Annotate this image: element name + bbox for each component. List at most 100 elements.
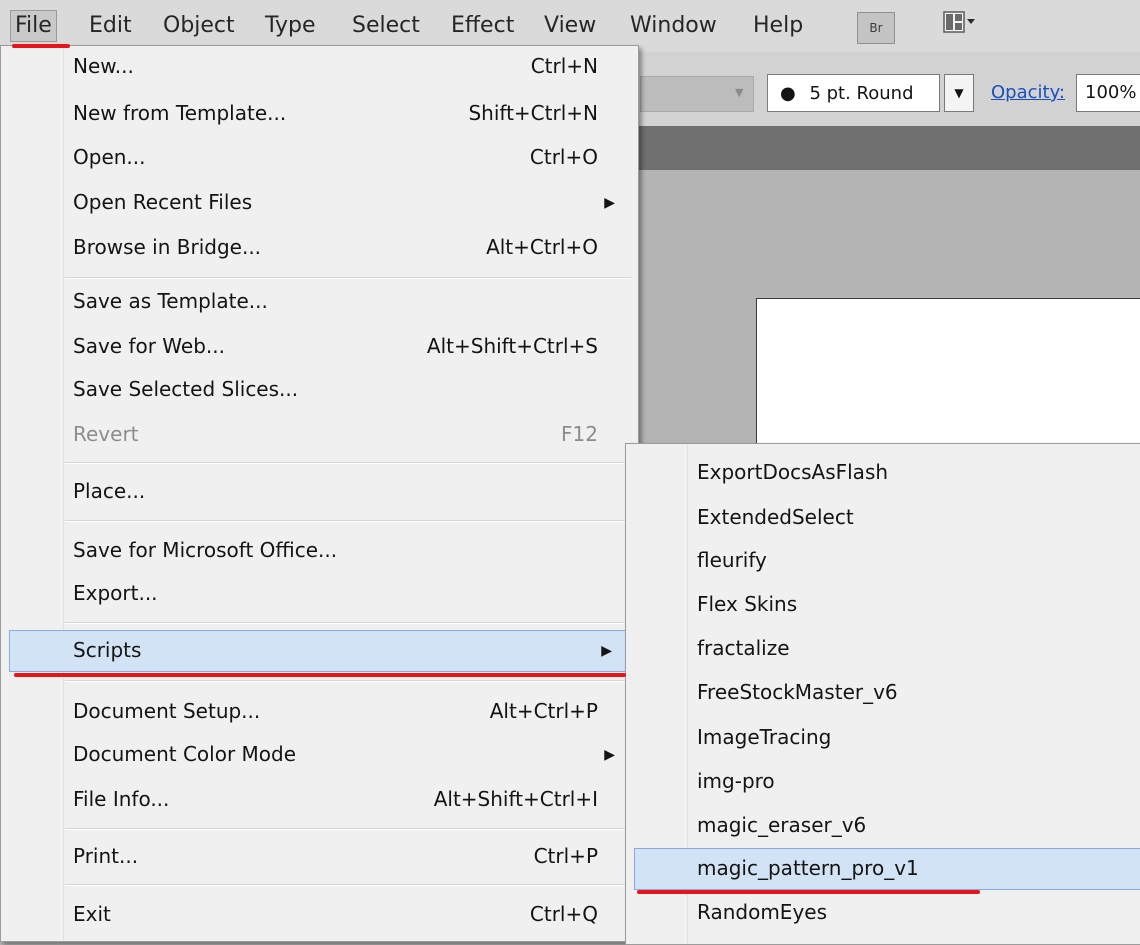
submenu-item-freestockmaster[interactable]: FreeStockMaster_v6 (626, 672, 1140, 714)
submenu-item-extendedselect[interactable]: ExtendedSelect (626, 497, 1140, 539)
triangle-right-icon: ▶ (604, 747, 615, 763)
bridge-button[interactable]: Br (857, 12, 895, 44)
menu-item-document-color-mode[interactable]: Document Color Mode ▶ (1, 734, 637, 776)
menu-item-shortcut: Ctrl+N (530, 54, 598, 78)
triangle-right-icon: ▶ (604, 195, 615, 211)
menu-separator (65, 277, 631, 279)
menu-item-document-setup[interactable]: Document Setup... Alt+Ctrl+P (1, 691, 637, 733)
submenu-item-label: fractalize (697, 636, 790, 660)
menu-item-print[interactable]: Print... Ctrl+P (1, 836, 637, 878)
menu-item-label: Scripts (73, 638, 142, 662)
submenu-item-label: FreeStockMaster_v6 (697, 680, 898, 704)
brush-dropdown-button[interactable]: ▼ (944, 74, 974, 112)
menu-item-new-from-template[interactable]: New from Template... Shift+Ctrl+N (1, 93, 637, 135)
menu-item-shortcut: Alt+Shift+Ctrl+S (426, 334, 598, 358)
submenu-item-label: ImageTracing (697, 725, 832, 749)
file-menu: New... Ctrl+N New from Template... Shift… (0, 45, 639, 942)
submenu-item-label: RandomEyes (697, 900, 827, 924)
menu-item-label: Document Color Mode (73, 742, 297, 766)
menu-item-shortcut: Ctrl+O (529, 145, 598, 169)
brush-definition-field[interactable]: ● 5 pt. Round (767, 74, 940, 112)
menu-item-label: Exit (73, 902, 111, 926)
menu-item-revert: Revert F12 (1, 414, 637, 456)
menu-item-shortcut: Ctrl+Q (529, 902, 598, 926)
submenu-item-label: magic_eraser_v6 (697, 813, 867, 837)
menu-item-save-for-microsoft-office[interactable]: Save for Microsoft Office... (1, 530, 637, 572)
menu-object[interactable]: Object (163, 13, 235, 38)
menu-item-label: Save Selected Slices... (73, 377, 299, 401)
menu-select[interactable]: Select (352, 13, 420, 38)
menu-item-label: Save for Web... (73, 334, 225, 358)
submenu-item-label: Flex Skins (697, 592, 798, 616)
menu-item-shortcut: Alt+Ctrl+O (486, 235, 598, 259)
menu-item-export[interactable]: Export... (1, 573, 637, 615)
menu-item-save-for-web[interactable]: Save for Web... Alt+Shift+Ctrl+S (1, 326, 637, 368)
menu-item-open-recent-files[interactable]: Open Recent Files ▶ (1, 182, 637, 224)
submenu-item-magic-eraser[interactable]: magic_eraser_v6 (626, 805, 1140, 847)
menu-file[interactable]: File (10, 10, 57, 42)
menu-separator (65, 462, 631, 464)
menu-item-label: New from Template... (73, 101, 287, 125)
menu-window[interactable]: Window (630, 13, 717, 38)
menu-item-place[interactable]: Place... (1, 471, 637, 513)
menu-separator (65, 622, 631, 624)
annotation-underline-magic-pattern (637, 890, 980, 894)
menu-item-shortcut: Alt+Shift+Ctrl+I (433, 787, 598, 811)
menu-item-shortcut: Shift+Ctrl+N (468, 101, 598, 125)
menu-item-shortcut: Ctrl+P (533, 844, 598, 868)
menu-item-label: Export... (73, 581, 158, 605)
menu-item-scripts[interactable]: Scripts ▶ (9, 630, 627, 672)
menu-item-save-selected-slices[interactable]: Save Selected Slices... (1, 369, 637, 411)
menu-item-file-info[interactable]: File Info... Alt+Shift+Ctrl+I (1, 779, 637, 821)
menu-effect[interactable]: Effect (451, 13, 514, 38)
menu-item-open[interactable]: Open... Ctrl+O (1, 137, 637, 179)
submenu-item-label: ExtendedSelect (697, 505, 854, 529)
stroke-style-dropdown[interactable]: ▼ (640, 76, 754, 112)
submenu-item-label: img-pro (697, 769, 775, 793)
menu-item-label: Save for Microsoft Office... (73, 538, 338, 562)
submenu-item-label: fleurify (697, 548, 767, 572)
submenu-item-label: magic_pattern_pro_v1 (697, 856, 919, 880)
menu-item-label: Place... (73, 479, 146, 503)
menu-separator (65, 884, 631, 886)
menu-view[interactable]: View (544, 13, 596, 38)
submenu-item-exportdocsasflash[interactable]: ExportDocsAsFlash (626, 452, 1140, 494)
annotation-underline-file (12, 44, 70, 48)
menu-edit[interactable]: Edit (89, 13, 132, 38)
menu-separator (65, 828, 631, 830)
menu-help[interactable]: Help (753, 13, 803, 38)
menu-item-browse-in-bridge[interactable]: Browse in Bridge... Alt+Ctrl+O (1, 227, 637, 269)
submenu-item-label: ExportDocsAsFlash (697, 460, 889, 484)
menu-item-shortcut: Alt+Ctrl+P (489, 699, 598, 723)
menu-item-label: File Info... (73, 787, 170, 811)
bullet-icon: ● (780, 83, 796, 104)
workspace-switcher-icon[interactable] (943, 10, 977, 38)
brush-value: 5 pt. Round (809, 83, 914, 104)
menu-separator (65, 520, 631, 522)
submenu-item-img-pro[interactable]: img-pro (626, 761, 1140, 803)
scripts-submenu: ExportDocsAsFlash ExtendedSelect fleurif… (625, 443, 1140, 945)
submenu-item-magic-pattern-pro[interactable]: magic_pattern_pro_v1 (634, 848, 1140, 890)
menu-separator (65, 680, 631, 682)
menu-type[interactable]: Type (265, 13, 316, 38)
menu-item-label: Revert (73, 422, 139, 446)
menu-item-exit[interactable]: Exit Ctrl+Q (1, 894, 637, 936)
submenu-item-flex-skins[interactable]: Flex Skins (626, 584, 1140, 626)
menu-item-label: Open... (73, 145, 146, 169)
menu-item-new[interactable]: New... Ctrl+N (1, 46, 637, 88)
menu-item-label: New... (73, 54, 134, 78)
menu-item-label: Save as Template... (73, 289, 268, 313)
triangle-down-icon: ▼ (954, 86, 964, 100)
menu-item-label: Print... (73, 844, 139, 868)
menu-item-save-as-template[interactable]: Save as Template... (1, 281, 637, 323)
opacity-link[interactable]: Opacity: (991, 82, 1065, 103)
menu-item-label: Document Setup... (73, 699, 261, 723)
triangle-down-icon: ▼ (735, 86, 744, 99)
triangle-right-icon: ▶ (601, 643, 612, 659)
submenu-item-imagetracing[interactable]: ImageTracing (626, 717, 1140, 759)
submenu-item-fractalize[interactable]: fractalize (626, 628, 1140, 670)
annotation-underline-scripts (14, 673, 626, 677)
menu-item-shortcut: F12 (561, 422, 598, 446)
opacity-input[interactable]: 100% (1076, 74, 1140, 112)
submenu-item-fleurify[interactable]: fleurify (626, 540, 1140, 582)
